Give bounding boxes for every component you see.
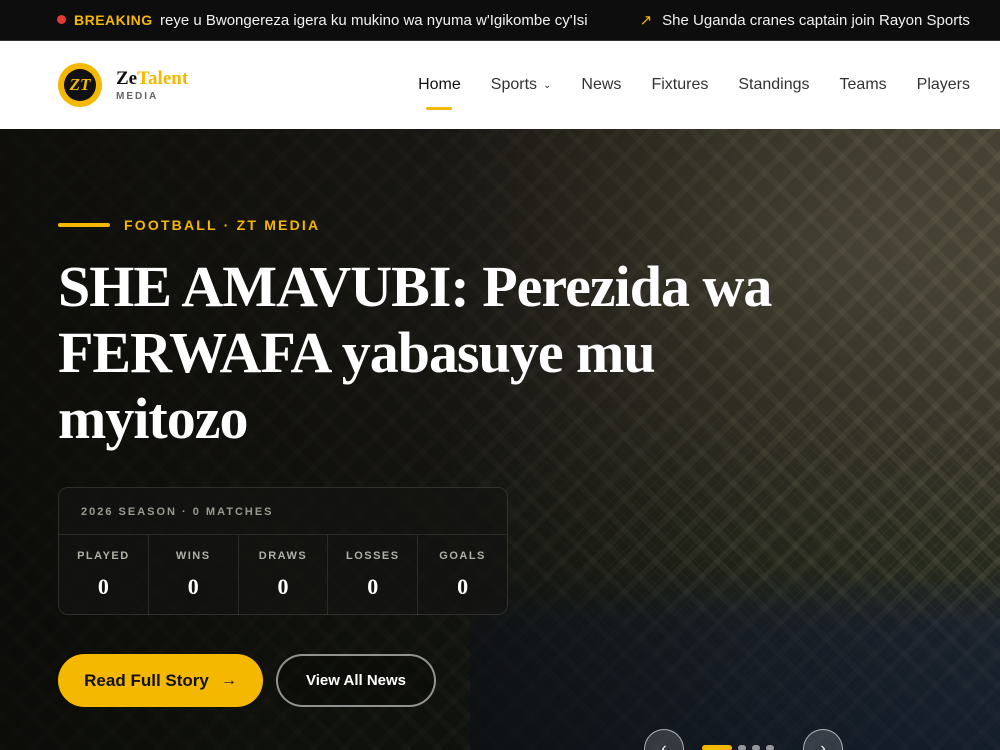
logo-mark-text: ZT [64,69,96,101]
stats-row: PLAYED 0 WINS 0 DRAWS 0 LOSSES 0 GOALS 0 [59,535,507,615]
read-full-story-button[interactable]: Read Full Story → [58,654,263,707]
breaking-badge: BREAKING [0,0,160,40]
stat-draws: DRAWS 0 [239,535,329,615]
stat-value: 0 [457,574,469,599]
hero-kicker: FOOTBALL · ZT MEDIA [58,217,320,233]
nav-item-fixtures[interactable]: Fixtures [651,76,708,94]
stat-value: 0 [277,574,289,599]
stat-label: PLAYED [77,550,130,562]
site-logo[interactable]: ZT ZeTalent MEDIA [58,63,188,107]
stat-value: 0 [187,574,199,599]
nav-item-players[interactable]: Players [917,76,970,94]
read-full-story-label: Read Full Story [84,670,209,690]
nav-item-sports-label: Sports [490,76,538,93]
season-stats-card: 2026 SEASON · 0 MATCHES PLAYED 0 WINS 0 … [58,487,508,615]
trending-up-icon: ↗ [639,12,653,29]
stat-goals: GOALS 0 [418,535,507,615]
stat-value: 0 [367,574,379,599]
live-dot-icon [57,15,66,24]
chevron-left-icon: ‹ [661,740,667,750]
carousel-dot[interactable] [738,745,746,750]
stat-label: DRAWS [258,550,308,562]
stat-value: 0 [97,574,109,599]
nav-item-teams[interactable]: Teams [840,76,887,94]
logo-mark-icon: ZT [58,63,102,107]
logo-name: ZeTalent [116,67,189,89]
site-header: ZT ZeTalent MEDIA Home Sports ⌄ News Fixt… [0,41,1000,129]
chevron-down-icon: ⌄ [543,79,552,91]
logo-name-part2: Talent [137,67,189,89]
stat-losses: LOSSES 0 [328,535,419,615]
view-all-news-button[interactable]: View All News [276,654,436,707]
stat-played: PLAYED 0 [59,535,149,615]
ticker-item[interactable]: reye u Bwongereza igera ku mukino wa nyu… [160,12,588,29]
ticker-item[interactable]: She Uganda cranes captain join Rayon Spo… [662,12,970,29]
nav-item-sports[interactable]: Sports ⌄ [491,76,552,94]
kicker-accent-line [58,223,110,227]
nav-item-standings[interactable]: Standings [738,76,809,94]
logo-subtitle: MEDIA [116,90,159,102]
ticker-item-text: She Uganda cranes captain join Rayon Spo… [662,11,970,29]
carousel-dots [702,745,780,750]
hero-section: FOOTBALL · ZT MEDIA SHE AMAVUBI: Perezid… [0,129,1000,750]
stat-label: GOALS [439,550,486,562]
main-nav: Home Sports ⌄ News Fixtures Standings Tea… [388,41,970,129]
arrow-right-icon: → [220,671,237,689]
logo-text: ZeTalent MEDIA [116,67,189,102]
nav-item-home[interactable]: Home [418,76,461,94]
ticker-track: reye u Bwongereza igera ku mukino wa nyu… [160,0,970,40]
breaking-label: BREAKING [74,12,153,28]
stats-heading: 2026 SEASON · 0 MATCHES [81,506,274,518]
hero-headline[interactable]: SHE AMAVUBI: Perezida wa FERWAFA yabasuy… [58,254,818,452]
nav-item-news[interactable]: News [581,76,621,94]
stat-wins: WINS 0 [149,535,239,615]
carousel-dot[interactable] [752,745,760,750]
kicker-text: FOOTBALL · ZT MEDIA [124,217,321,233]
stat-label: WINS [175,550,211,562]
carousel-dot-active[interactable] [702,745,732,750]
ticker-item-text: reye u Bwongereza igera ku mukino wa nyu… [160,11,588,29]
stat-label: LOSSES [345,550,400,562]
breaking-news-ticker: BREAKING reye u Bwongereza igera ku muki… [0,0,1000,41]
carousel-dot[interactable] [766,745,774,750]
logo-name-part1: Ze [116,67,138,89]
chevron-right-icon: › [820,740,826,750]
